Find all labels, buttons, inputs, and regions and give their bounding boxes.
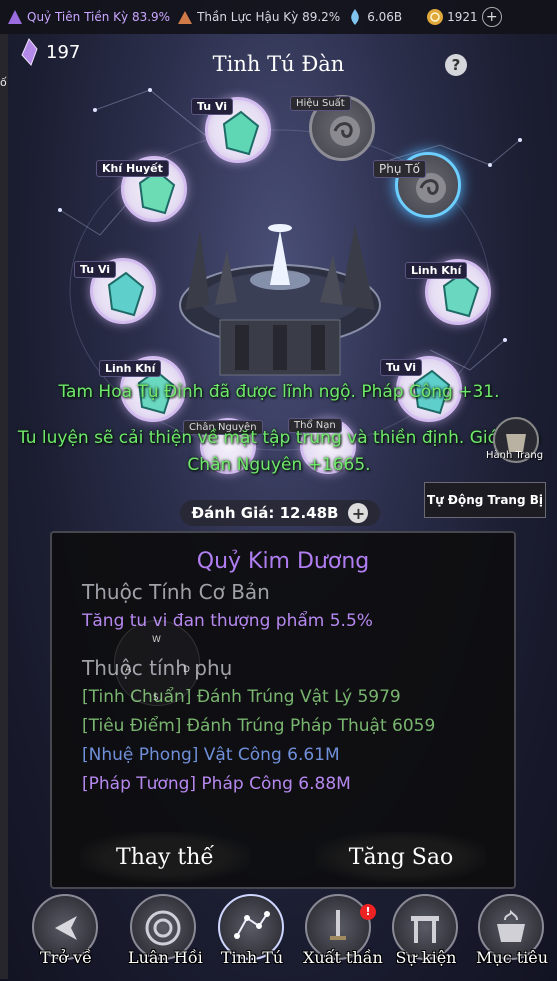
rating-value: Đánh Giá: 12.48B: [191, 504, 339, 522]
reward-message-2: Tu luyện sẽ cải thiện về mặt tập trung v…: [17, 428, 541, 475]
sub-attribute-2: [Tiêu Điểm] Đánh Trúng Pháp Thuật 6059: [82, 716, 436, 736]
nav-su-kien[interactable]: Sự kiện: [390, 894, 462, 974]
locked-swirl-icon: [330, 116, 360, 146]
gate-icon: [411, 916, 439, 943]
notification-badge: !: [360, 904, 376, 920]
joystick-key-w: W: [152, 635, 161, 645]
joystick-key-a: A: [125, 665, 132, 675]
side-strip-text: ố: [0, 76, 7, 89]
nav-muc-tieu-label: Mục tiêu: [476, 948, 549, 967]
star-name: Quỷ Kim Dương: [196, 549, 370, 574]
rating-plus-button[interactable]: +: [348, 503, 369, 523]
base-attribute-value: Tăng tu vi đan thượng phẩm 5.5%: [82, 611, 373, 631]
nav-su-kien-label: Sự kiện: [395, 948, 457, 967]
base-attribute-heading: Thuộc Tính Cơ Bản: [82, 580, 270, 604]
add-gold-button[interactable]: +: [481, 7, 502, 27]
spirit-stone-value: 6.06B: [367, 10, 403, 24]
cultivation-stat-2: Thần Lực Hậu Kỳ 89.2%: [176, 8, 340, 26]
virtual-joystick[interactable]: W A S D: [114, 620, 200, 706]
slot-label-phu-to: Phụ Tố: [373, 160, 426, 178]
rating-bar: Đánh Giá: 12.48B +: [180, 500, 380, 526]
upgrade-star-button[interactable]: Tăng Sao: [316, 832, 486, 882]
star-altar-screen: Quỷ Tiên Tiền Kỳ 83.9% Thần Lực Hậu Kỳ 8…: [0, 0, 557, 981]
nav-back[interactable]: Trở về: [30, 894, 102, 974]
help-button[interactable]: ?: [445, 54, 467, 76]
cultivation-stat-1-text: Quỷ Tiên Tiền Kỳ 83.9%: [27, 10, 171, 24]
nav-xuat-than-label: Xuất thần: [303, 948, 383, 967]
replace-button[interactable]: Thay thế: [80, 832, 250, 882]
slot-label-linh-khi-left: Linh Khí: [99, 360, 162, 377]
sub-attribute-3: [Nhuệ Phong] Vật Công 6.61M: [82, 745, 340, 765]
slot-label-tu-vi-top: Tu Vi: [191, 98, 234, 115]
spirit-drop-icon: [351, 9, 359, 25]
cultivation-stat-2-text: Thần Lực Hậu Kỳ 89.2%: [197, 10, 341, 24]
god-realm-icon: [178, 11, 193, 24]
page-title: Tinh Tú Đàn: [212, 52, 345, 76]
nav-back-label: Trở về: [40, 948, 92, 967]
nav-tinh-tu[interactable]: Tinh Tú: [216, 894, 288, 974]
gold-value: 1921: [447, 10, 478, 24]
reward-message-1: Tam Hoa Tụ Đỉnh đã được lĩnh ngộ. Pháp C…: [58, 382, 500, 402]
inventory-label[interactable]: Hành Trang: [486, 450, 543, 461]
sword-icon: [330, 910, 346, 940]
ghost-realm-icon: [8, 10, 22, 24]
gold-counter: 1921 +: [426, 7, 502, 27]
nav-muc-tieu[interactable]: Mục tiêu: [476, 894, 548, 974]
star-altar-illustration: [179, 224, 381, 376]
resource-bar: Quỷ Tiên Tiền Kỳ 83.9% Thần Lực Hậu Kỳ 8…: [0, 0, 557, 34]
cultivation-stat-1: Quỷ Tiên Tiền Kỳ 83.9%: [6, 8, 170, 26]
side-strip: [0, 34, 8, 979]
cauldron-icon: [497, 909, 525, 942]
slot-label-tu-vi-left: Tu Vi: [74, 261, 117, 278]
nav-tinh-tu-label: Tinh Tú: [220, 948, 284, 967]
nav-luan-hoi-label: Luân Hồi: [128, 948, 203, 967]
gold-coin-icon: [427, 9, 444, 25]
vortex-icon: [145, 910, 181, 946]
jade-gem-icon: [222, 110, 260, 156]
slot-label-linh-khi-right: Linh Khí: [405, 262, 468, 279]
slot-label-hieu-suat: Hiệu Suất: [290, 96, 351, 111]
joystick-key-d: D: [183, 665, 190, 675]
spirit-stone-counter: 6.06B: [346, 8, 402, 26]
joystick-key-s: S: [153, 693, 159, 703]
auto-equip-button[interactable]: Tự Động Trang Bị: [424, 482, 546, 518]
nav-luan-hoi[interactable]: Luân Hồi: [128, 894, 203, 974]
back-arrow-icon: [55, 916, 77, 940]
sub-attribute-4: [Pháp Tương] Pháp Công 6.88M: [82, 774, 351, 794]
constellation-icon: [234, 911, 270, 939]
slot-label-khi-huyet: Khí Huyết: [96, 160, 169, 177]
